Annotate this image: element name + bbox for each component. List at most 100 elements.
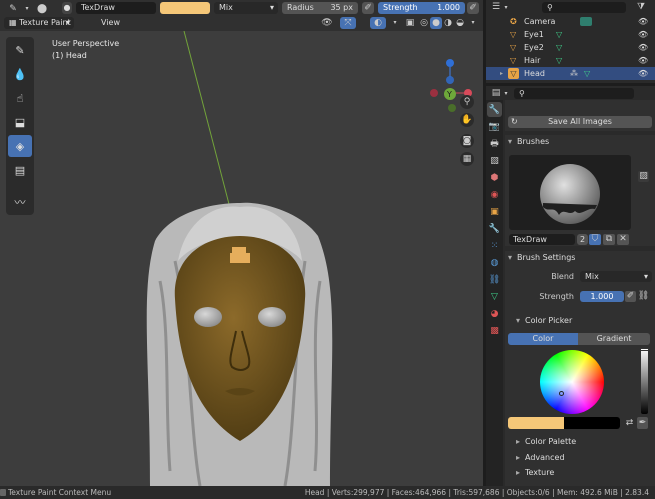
output-tab-icon[interactable]: 🖶 xyxy=(487,136,502,151)
chevron-down-icon[interactable]: ▾ xyxy=(468,17,478,29)
properties-search-input[interactable]: ⚲ xyxy=(514,88,634,99)
tool-brush-icon[interactable]: ✎ xyxy=(6,3,20,15)
view-layer-tab-icon[interactable]: ▧ xyxy=(487,153,502,168)
color-picker-subpanel-header[interactable]: Color Picker xyxy=(513,314,655,328)
strength-field[interactable]: Strength 1.000 xyxy=(378,2,465,14)
texture-subpanel-header[interactable]: Texture xyxy=(513,466,655,480)
particles-tab-icon[interactable]: ⁙ xyxy=(487,238,502,253)
eye-icon[interactable]: 👁 xyxy=(638,54,648,67)
visibility-icon[interactable]: 👁 xyxy=(318,17,336,29)
fake-user-shield-icon[interactable]: ⛉ xyxy=(589,234,601,245)
clone-tool-icon[interactable]: ⬓ xyxy=(8,111,32,133)
gizmo-icon[interactable]: ⤧ xyxy=(340,17,356,29)
overlay-icon[interactable]: ◐ xyxy=(370,17,386,29)
strength-field[interactable]: 1.000 xyxy=(580,291,624,302)
chevron-down-icon[interactable]: ▾ xyxy=(502,88,510,99)
chevron-down-icon[interactable]: ▾ xyxy=(502,2,510,13)
render-tab-icon[interactable]: 📷 xyxy=(487,119,502,134)
link-icon[interactable]: ⛓ xyxy=(638,291,649,302)
soften-tool-icon[interactable]: 💧 xyxy=(8,63,32,85)
scene-tab-icon[interactable]: ⬢ xyxy=(487,170,502,185)
radius-field[interactable]: Radius 35 px xyxy=(282,2,358,14)
duplicate-icon[interactable]: ⧉ xyxy=(603,234,615,245)
color-palette-subpanel-header[interactable]: Color Palette xyxy=(513,435,655,449)
shading-wireframe-icon[interactable]: ◎ xyxy=(418,17,430,29)
3d-viewport[interactable]: Y User Perspective (1) Head ⚲ ✋ ◙ ▦ ✎ 💧 … xyxy=(0,31,483,486)
advanced-subpanel-header[interactable]: Advanced xyxy=(513,451,655,465)
outliner-item-camera[interactable]: ✪ Camera 👁 xyxy=(486,15,655,28)
shading-solid-icon[interactable]: ● xyxy=(430,17,442,29)
fill-tool-icon[interactable]: ◈ xyxy=(8,135,32,157)
brush-browse-icon[interactable]: ● xyxy=(62,2,72,14)
swap-colors-icon[interactable]: ⇄ xyxy=(624,417,635,429)
physics-tab-icon[interactable]: ◍ xyxy=(487,255,502,270)
tool-tab-icon[interactable]: 🔧 xyxy=(487,102,502,117)
smear-tool-icon[interactable]: ☝ xyxy=(8,87,32,109)
brush-color-swatch[interactable] xyxy=(160,2,210,14)
brush-name-field[interactable]: TexDraw xyxy=(509,234,575,245)
blend-select[interactable]: Mix ▾ xyxy=(580,271,652,282)
eye-icon[interactable]: 👁 xyxy=(638,67,648,80)
color-wheel[interactable] xyxy=(540,350,604,414)
brush-settings-panel-header[interactable]: Brush Settings xyxy=(505,251,655,265)
eye-icon[interactable]: 👁 xyxy=(638,41,648,54)
constraints-tab-icon[interactable]: ⛓ xyxy=(487,272,502,287)
eye-icon[interactable]: 👁 xyxy=(638,15,648,28)
filter-icon[interactable]: ⧩ xyxy=(634,2,648,13)
display-mode-icon[interactable]: ☰ xyxy=(490,2,502,13)
gradient-tab[interactable]: Gradient xyxy=(578,333,650,345)
object-tab-icon[interactable]: ▣ xyxy=(487,204,502,219)
xray-icon[interactable]: ▣ xyxy=(404,17,416,29)
gizmo-neg-y xyxy=(448,104,456,112)
outliner-item-eye2[interactable]: ▽ Eye2 ▽ 👁 xyxy=(486,41,655,54)
camera-view-icon[interactable]: ◙ xyxy=(460,134,474,148)
primary-color-swatch[interactable] xyxy=(508,417,564,429)
shading-material-icon[interactable]: ◑ xyxy=(442,17,454,29)
eye-icon[interactable]: 👁 xyxy=(638,28,648,41)
modifier-tab-icon[interactable]: 🔧 xyxy=(487,221,502,236)
viewport-object-label: (1) Head xyxy=(52,51,87,60)
shading-rendered-icon[interactable]: ◒ xyxy=(454,17,466,29)
brush-type-icon[interactable]: ⬤ xyxy=(36,3,48,15)
outliner-search-input[interactable]: ⚲ xyxy=(542,2,626,13)
eyedropper-icon[interactable]: ✒ xyxy=(637,417,648,429)
strength-pressure-icon[interactable]: ✐ xyxy=(467,2,479,14)
brushes-panel-header[interactable]: Brushes xyxy=(505,135,655,149)
color-tab[interactable]: Color xyxy=(508,333,578,345)
outliner-item-head[interactable]: ▸ ▽ Head ⁂ ▽ 👁 xyxy=(486,67,655,80)
pressure-icon[interactable]: ✐ xyxy=(625,291,636,302)
brush-preview[interactable] xyxy=(509,155,631,230)
outliner-item-hair[interactable]: ▽ Hair ▽ 👁 xyxy=(486,54,655,67)
close-icon[interactable]: ✕ xyxy=(617,234,629,245)
radius-value: 35 px xyxy=(330,3,353,12)
data-tab-icon[interactable]: ▽ xyxy=(487,289,502,304)
draw-tool-icon[interactable]: ✎ xyxy=(8,39,32,61)
pan-hand-icon[interactable]: ✋ xyxy=(460,113,474,127)
chevron-down-icon[interactable]: ▾ xyxy=(22,3,32,15)
secondary-color-swatch[interactable] xyxy=(564,417,620,429)
material-tab-icon[interactable]: ◕ xyxy=(487,306,502,321)
pressure-icon[interactable]: ✐ xyxy=(362,2,374,14)
blend-mode-select[interactable]: Mix ▾ xyxy=(214,2,278,14)
brush-name-field[interactable]: TexDraw xyxy=(76,2,156,14)
chevron-right-icon[interactable]: ▸ xyxy=(500,67,503,80)
status-scene-stats: Head | Verts:299,977 | Faces:464,966 | T… xyxy=(304,488,649,497)
value-slider[interactable] xyxy=(640,348,649,414)
color-cursor[interactable] xyxy=(559,391,564,396)
zoom-icon[interactable]: ⚲ xyxy=(460,95,474,109)
view-menu[interactable]: View xyxy=(96,17,122,29)
texture-tab-icon[interactable]: ▩ xyxy=(487,323,502,338)
value-slider-handle[interactable] xyxy=(640,348,649,351)
world-tab-icon[interactable]: ◉ xyxy=(487,187,502,202)
annotate-tool-icon[interactable]: 〰 xyxy=(8,191,32,213)
chevron-down-icon[interactable]: ▾ xyxy=(390,17,400,29)
perspective-grid-icon[interactable]: ▦ xyxy=(460,152,474,166)
editor-type-icon[interactable]: ▤ xyxy=(490,88,502,99)
outliner-item-label: Eye1 xyxy=(524,30,544,39)
mode-select[interactable]: ▦ Texture Paint ▾ xyxy=(4,17,74,29)
mask-tool-icon[interactable]: ▤ xyxy=(8,159,32,181)
brush-users-count[interactable]: 2 xyxy=(577,234,588,245)
image-icon[interactable]: ▨ xyxy=(638,171,649,182)
save-all-images-button[interactable]: ↻ Save All Images xyxy=(508,116,652,128)
outliner-item-eye1[interactable]: ▽ Eye1 ▽ 👁 xyxy=(486,28,655,41)
